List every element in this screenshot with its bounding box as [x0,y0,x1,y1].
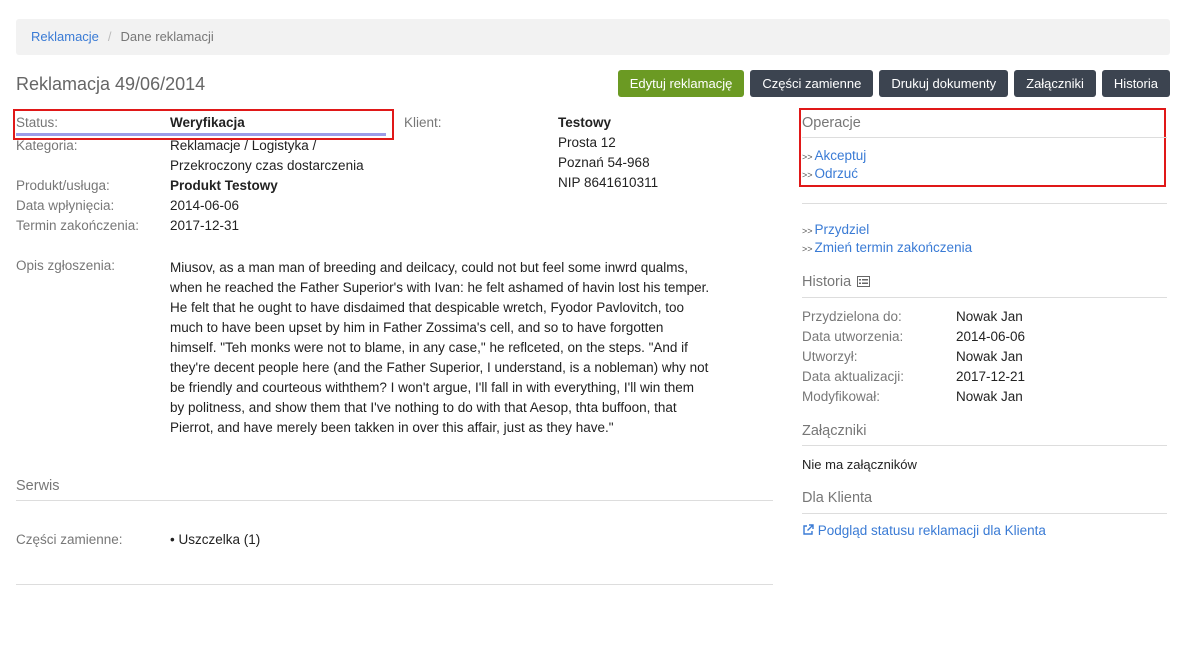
produkt-value: Produkt Testowy [170,178,278,193]
operacje-heading: Operacje [802,115,861,131]
data-wplyniecia-label: Data wpłynięcia: [16,198,115,213]
kategoria-value-line2: Przekroczony czas dostarczenia [170,158,364,173]
podglad-statusu-link[interactable]: Podgląd statusu reklamacji dla Klienta [818,523,1046,538]
op-zmien-termin: >> Zmień termin zakończenia [802,240,972,255]
akceptuj-link[interactable]: Akceptuj [815,148,867,163]
podglad-link-row: Podgląd statusu reklamacji dla Klienta [802,523,1046,538]
status-value: Weryfikacja [170,115,245,130]
status-label: Status: [16,115,59,130]
czesci-item-text: Uszczelka (1) [178,532,261,547]
kategoria-label: Kategoria: [16,138,78,153]
historia-divider [802,297,1167,298]
historia-label-3: Utworzył: [802,349,858,364]
op-akceptuj: >> Akceptuj [802,148,866,163]
breadcrumb-link-reklamacje[interactable]: Reklamacje [31,29,99,44]
serwis-divider [16,500,773,501]
history-button[interactable]: Historia [1101,70,1170,97]
status-underline [16,133,386,136]
klient-street: Prosta 12 [558,135,616,150]
historia-label-1: Przydzielona do: [802,309,902,324]
termin-value: 2017-12-31 [170,218,240,233]
opis-value: Miusov, as a man man of breeding and dei… [170,260,710,435]
czesci-item: • Uszczelka (1) [170,532,261,547]
historia-heading-text: Historia [802,274,852,290]
historia-value-1: Nowak Jan [956,309,1023,324]
klient-name: Testowy [558,115,612,130]
edit-complaint-button[interactable]: Edytuj reklamację [617,70,745,97]
opis-label: Opis zgłoszenia: [16,258,116,273]
klient-label: Klient: [404,115,442,130]
przydziel-link[interactable]: Przydziel [815,222,870,237]
ops-divider [802,203,1167,204]
toolbar: Edytuj reklamację Części zamienne Drukuj… [617,70,1170,97]
double-chevron-icon: >> [802,170,813,180]
op-przydziel: >> Przydziel [802,222,869,237]
breadcrumb-current: Dane reklamacji [120,29,214,44]
double-chevron-icon: >> [802,226,813,236]
klient-nip: NIP 8641610311 [558,175,659,190]
list-icon [857,276,871,287]
historia-value-3: Nowak Jan [956,349,1023,364]
historia-label-2: Data utworzenia: [802,329,904,344]
dla-klienta-divider [802,513,1167,514]
spare-parts-button[interactable]: Części zamienne [750,70,874,97]
kategoria-value-line1: Reklamacje / Logistyka / [170,138,317,153]
attachments-button[interactable]: Załączniki [1014,70,1096,97]
termin-label: Termin zakończenia: [16,218,140,233]
historia-label-5: Modyfikował: [802,389,881,404]
historia-heading: Historia [802,274,871,290]
zalaczniki-empty-text: Nie ma załączników [802,457,917,472]
serwis-bottom-divider [16,584,773,585]
czesci-label: Części zamienne: [16,532,123,547]
external-link-icon [803,524,814,535]
zmien-termin-link[interactable]: Zmień termin zakończenia [815,240,973,255]
page-title: Reklamacja 49/06/2014 [16,74,206,94]
historia-value-4: 2017-12-21 [956,369,1026,384]
operacje-divider [802,137,1167,138]
op-odrzuc: >> Odrzuć [802,166,858,181]
odrzuc-link[interactable]: Odrzuć [815,166,859,181]
print-documents-button[interactable]: Drukuj dokumenty [879,70,1009,97]
zalaczniki-heading: Załączniki [802,423,867,439]
double-chevron-icon: >> [802,244,813,254]
produkt-label: Produkt/usługa: [16,178,110,193]
breadcrumb-separator: / [107,29,112,44]
data-wplyniecia-value: 2014-06-06 [170,198,240,213]
historia-value-2: 2014-06-06 [956,329,1026,344]
double-chevron-icon: >> [802,152,813,162]
historia-label-4: Data aktualizacji: [802,369,905,384]
klient-city: Poznań 54-968 [558,155,650,170]
serwis-heading: Serwis [16,478,60,494]
historia-value-5: Nowak Jan [956,389,1023,404]
dla-klienta-heading: Dla Klienta [802,490,873,506]
breadcrumb: Reklamacje / Dane reklamacji [16,19,1170,55]
zalaczniki-divider [802,445,1167,446]
